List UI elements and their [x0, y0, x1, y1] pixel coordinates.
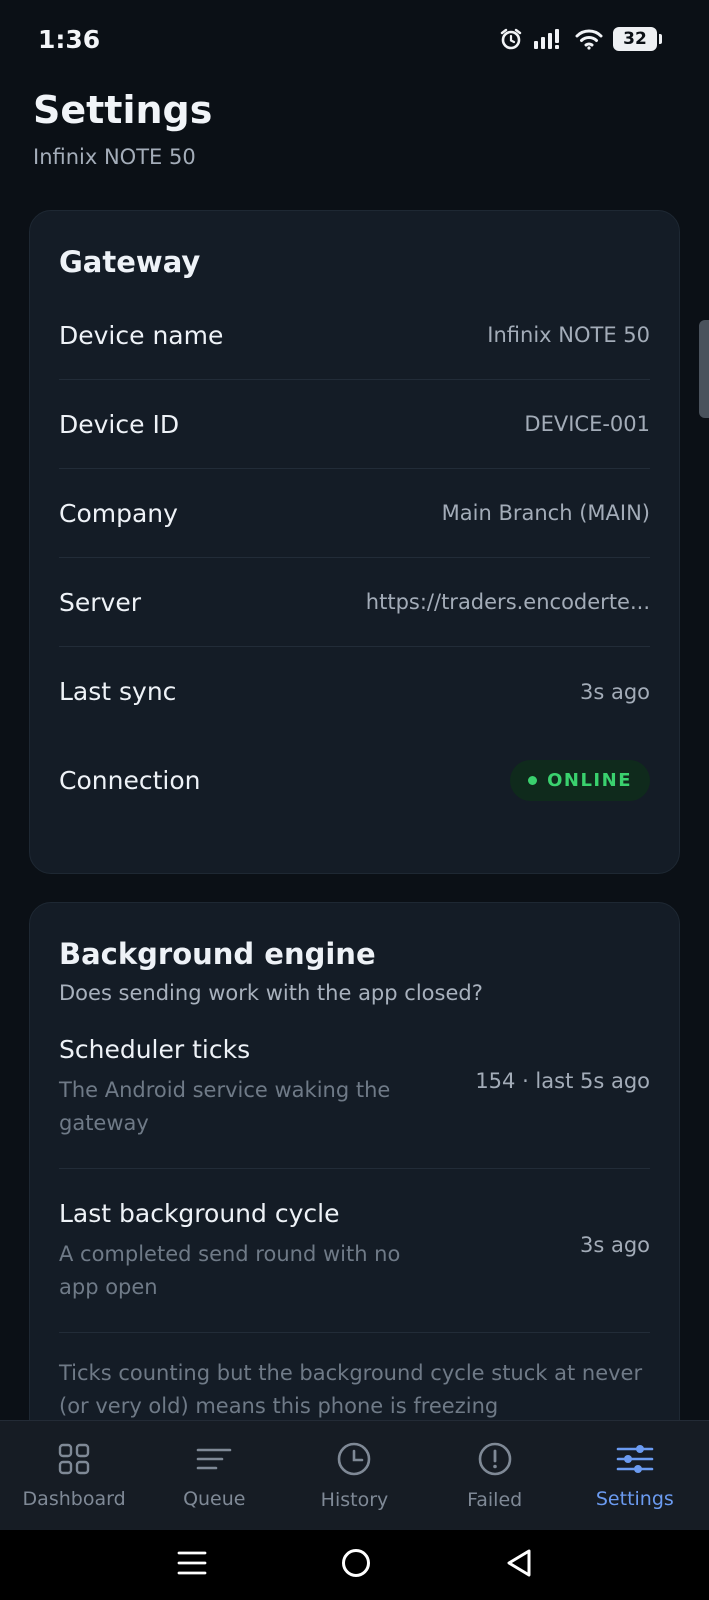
online-dot-icon	[528, 776, 538, 785]
last-background-cycle-row: Last background cycle A completed send r…	[59, 1169, 650, 1333]
server-row: Server https://traders.encoderte...	[59, 558, 650, 647]
alert-circle-icon	[477, 1441, 513, 1481]
status-time: 1:36	[38, 24, 101, 54]
last-background-cycle-title: Last background cycle	[59, 1199, 340, 1228]
engine-title: Background engine	[59, 937, 376, 971]
device-id-label: Device ID	[59, 409, 180, 439]
gateway-title: Gateway	[59, 245, 201, 279]
back-icon[interactable]	[505, 1548, 533, 1582]
connection-row: Connection ONLINE	[59, 736, 650, 825]
gateway-card: Gateway Device name Infinix NOTE 50 Devi…	[29, 210, 680, 874]
nav-history[interactable]: History	[289, 1441, 419, 1511]
device-name-value: Infinix NOTE 50	[487, 323, 650, 347]
system-nav	[0, 1530, 709, 1600]
nav-history-label: History	[320, 1488, 389, 1511]
scheduler-ticks-row: Scheduler ticks The Android service waki…	[59, 1005, 650, 1169]
engine-note: Ticks counting but the background cycle …	[59, 1361, 643, 1418]
clock-icon	[336, 1441, 372, 1481]
scheduler-ticks-title: Scheduler ticks	[59, 1035, 251, 1064]
connection-status-text: ONLINE	[547, 770, 632, 791]
sliders-icon	[616, 1442, 654, 1480]
nav-dashboard[interactable]: Dashboard	[9, 1442, 139, 1510]
scheduler-ticks-value: 154 · last 5s ago	[475, 1069, 650, 1093]
last-background-cycle-subtitle: A completed send round with no app open	[59, 1242, 401, 1299]
nav-settings-label: Settings	[595, 1487, 674, 1510]
scheduler-ticks-subtitle: The Android service waking the gateway	[59, 1078, 391, 1135]
list-icon	[195, 1442, 233, 1480]
status-bar: 1:36 32	[0, 0, 709, 78]
home-icon[interactable]	[340, 1547, 372, 1583]
nav-queue[interactable]: Queue	[149, 1442, 279, 1510]
bottom-nav: Dashboard Queue History Failed Settings	[0, 1420, 709, 1530]
server-label: Server	[59, 587, 141, 617]
last-sync-value: 3s ago	[579, 679, 650, 704]
company-row: Company Main Branch (MAIN)	[59, 469, 650, 558]
engine-description: Does sending work with the app closed?	[59, 981, 483, 1005]
nav-failed-label: Failed	[467, 1488, 523, 1511]
page-title: Settings	[33, 88, 213, 132]
scrollbar-handle[interactable]	[699, 320, 709, 418]
status-icons: 32	[499, 27, 662, 51]
grid-icon	[57, 1442, 91, 1480]
last-sync-label: Last sync	[59, 677, 177, 706]
alarm-icon	[499, 27, 523, 51]
device-id-value: DEVICE-001	[524, 412, 650, 436]
wifi-icon	[575, 28, 603, 50]
nav-failed[interactable]: Failed	[430, 1441, 560, 1511]
gateway-rows: Device name Infinix NOTE 50 Device ID DE…	[59, 291, 650, 825]
company-label: Company	[59, 498, 178, 528]
page-subtitle: Infinix NOTE 50	[33, 145, 196, 169]
last-sync-row: Last sync 3s ago	[59, 647, 650, 736]
device-id-row: Device ID DEVICE-001	[59, 380, 650, 469]
connection-label: Connection	[59, 766, 201, 795]
server-value: https://traders.encoderte...	[365, 590, 650, 614]
nav-dashboard-label: Dashboard	[22, 1487, 126, 1510]
battery-icon: 32	[613, 27, 662, 51]
company-value: Main Branch (MAIN)	[441, 501, 650, 525]
device-name-label: Device name	[59, 320, 224, 350]
device-name-row: Device name Infinix NOTE 50	[59, 291, 650, 380]
menu-icon[interactable]	[177, 1550, 207, 1580]
nav-queue-label: Queue	[183, 1487, 246, 1510]
connection-status-badge: ONLINE	[510, 760, 650, 801]
nav-settings[interactable]: Settings	[570, 1442, 700, 1510]
last-background-cycle-value: 3s ago	[579, 1233, 650, 1257]
signal-icon	[533, 28, 565, 50]
